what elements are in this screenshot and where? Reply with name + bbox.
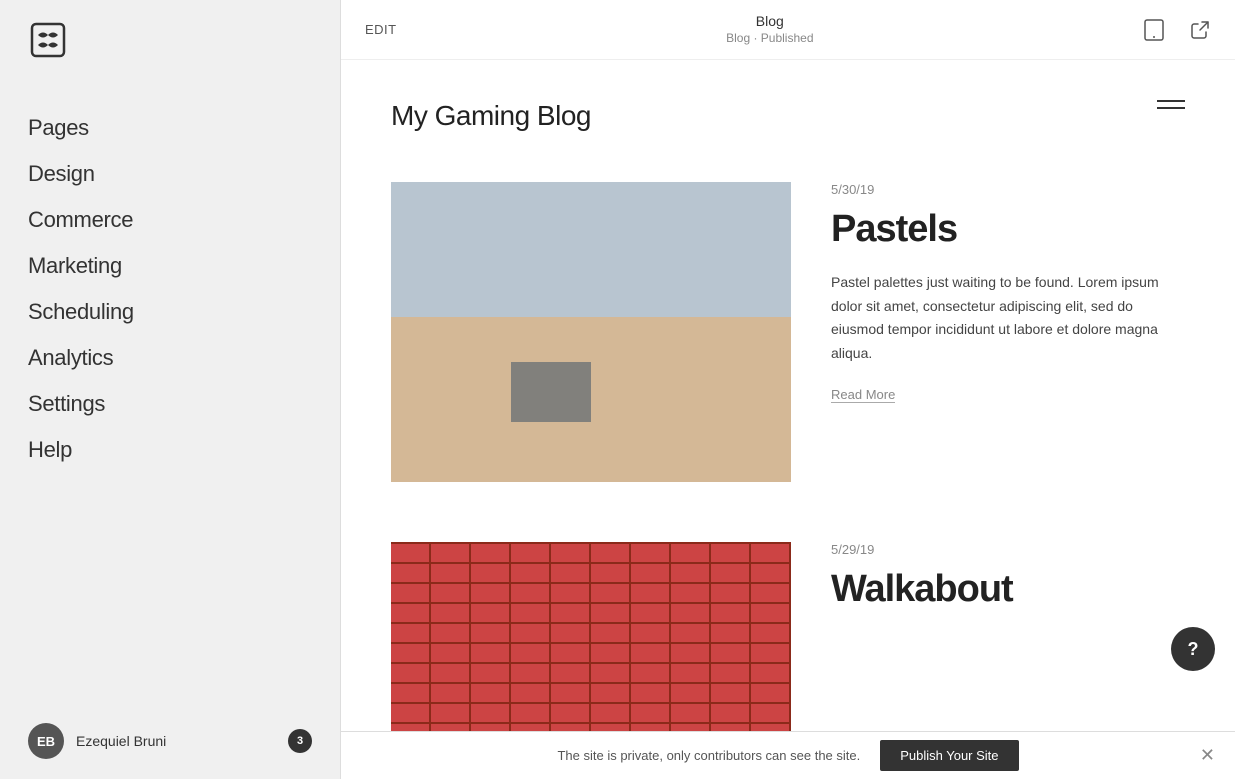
post-info-2: 5/29/19 Walkabout — [831, 542, 1185, 731]
close-icon: ✕ — [1200, 745, 1215, 765]
avatar: EB — [28, 723, 64, 759]
post-image-walkabout[interactable] — [391, 542, 791, 731]
bottom-banner: The site is private, only contributors c… — [341, 731, 1235, 779]
post-date-2: 5/29/19 — [831, 542, 1185, 557]
main-content: EDIT Blog Blog · Published — [340, 0, 1235, 779]
sidebar-item-help[interactable]: Help — [0, 427, 340, 473]
read-more-link[interactable]: Read More — [831, 387, 895, 403]
top-bar-actions — [1139, 15, 1215, 45]
sidebar-item-settings[interactable]: Settings — [0, 381, 340, 427]
sidebar-footer: EB Ezequiel Bruni 3 — [0, 703, 340, 779]
menu-icon[interactable] — [1157, 100, 1185, 109]
close-banner-button[interactable]: ✕ — [1200, 745, 1215, 766]
external-link-button[interactable] — [1185, 15, 1215, 45]
page-title: Blog — [726, 13, 813, 29]
post-title: Pastels — [831, 209, 1185, 251]
logo-area — [0, 0, 340, 85]
external-link-icon — [1189, 19, 1211, 41]
device-preview-button[interactable] — [1139, 15, 1169, 45]
blog-content: My Gaming Blog 5/30/19 Paste — [341, 60, 1235, 731]
post-image-pastels[interactable] — [391, 182, 791, 482]
walkabout-image — [391, 542, 791, 731]
page-info: Blog Blog · Published — [726, 13, 813, 47]
sidebar: Pages Design Commerce Marketing Scheduli… — [0, 0, 340, 779]
hamburger-line-1 — [1157, 100, 1185, 102]
post-date: 5/30/19 — [831, 182, 1185, 197]
squarespace-logo-icon — [28, 20, 68, 60]
post-title-2: Walkabout — [831, 569, 1185, 611]
page-status: Blog · Published — [726, 31, 813, 45]
sidebar-item-design[interactable]: Design — [0, 151, 340, 197]
post-excerpt: Pastel palettes just waiting to be found… — [831, 271, 1185, 366]
top-bar: EDIT Blog Blog · Published — [341, 0, 1235, 60]
notification-badge[interactable]: 3 — [288, 729, 312, 753]
blog-header: My Gaming Blog — [391, 100, 1185, 132]
help-button[interactable]: ? — [1171, 627, 1215, 671]
sidebar-item-commerce[interactable]: Commerce — [0, 197, 340, 243]
sidebar-item-scheduling[interactable]: Scheduling — [0, 289, 340, 335]
main-navigation: Pages Design Commerce Marketing Scheduli… — [0, 85, 340, 703]
blog-post: 5/30/19 Pastels Pastel palettes just wai… — [391, 182, 1185, 482]
sidebar-item-marketing[interactable]: Marketing — [0, 243, 340, 289]
pastels-image — [391, 182, 791, 482]
tablet-icon — [1143, 19, 1165, 41]
preview-scroll-area[interactable]: My Gaming Blog 5/30/19 Paste — [341, 60, 1235, 731]
preview-container: My Gaming Blog 5/30/19 Paste — [341, 60, 1235, 731]
sidebar-item-analytics[interactable]: Analytics — [0, 335, 340, 381]
sidebar-item-pages[interactable]: Pages — [0, 105, 340, 151]
user-info[interactable]: EB Ezequiel Bruni — [28, 723, 166, 759]
hamburger-line-2 — [1157, 107, 1185, 109]
publish-button[interactable]: Publish Your Site — [880, 740, 1018, 771]
edit-button[interactable]: EDIT — [361, 18, 401, 41]
banner-text: The site is private, only contributors c… — [557, 748, 860, 763]
post-info: 5/30/19 Pastels Pastel palettes just wai… — [831, 182, 1185, 482]
user-name: Ezequiel Bruni — [76, 733, 166, 749]
blog-post-2: 5/29/19 Walkabout — [391, 542, 1185, 731]
blog-site-title: My Gaming Blog — [391, 100, 591, 132]
